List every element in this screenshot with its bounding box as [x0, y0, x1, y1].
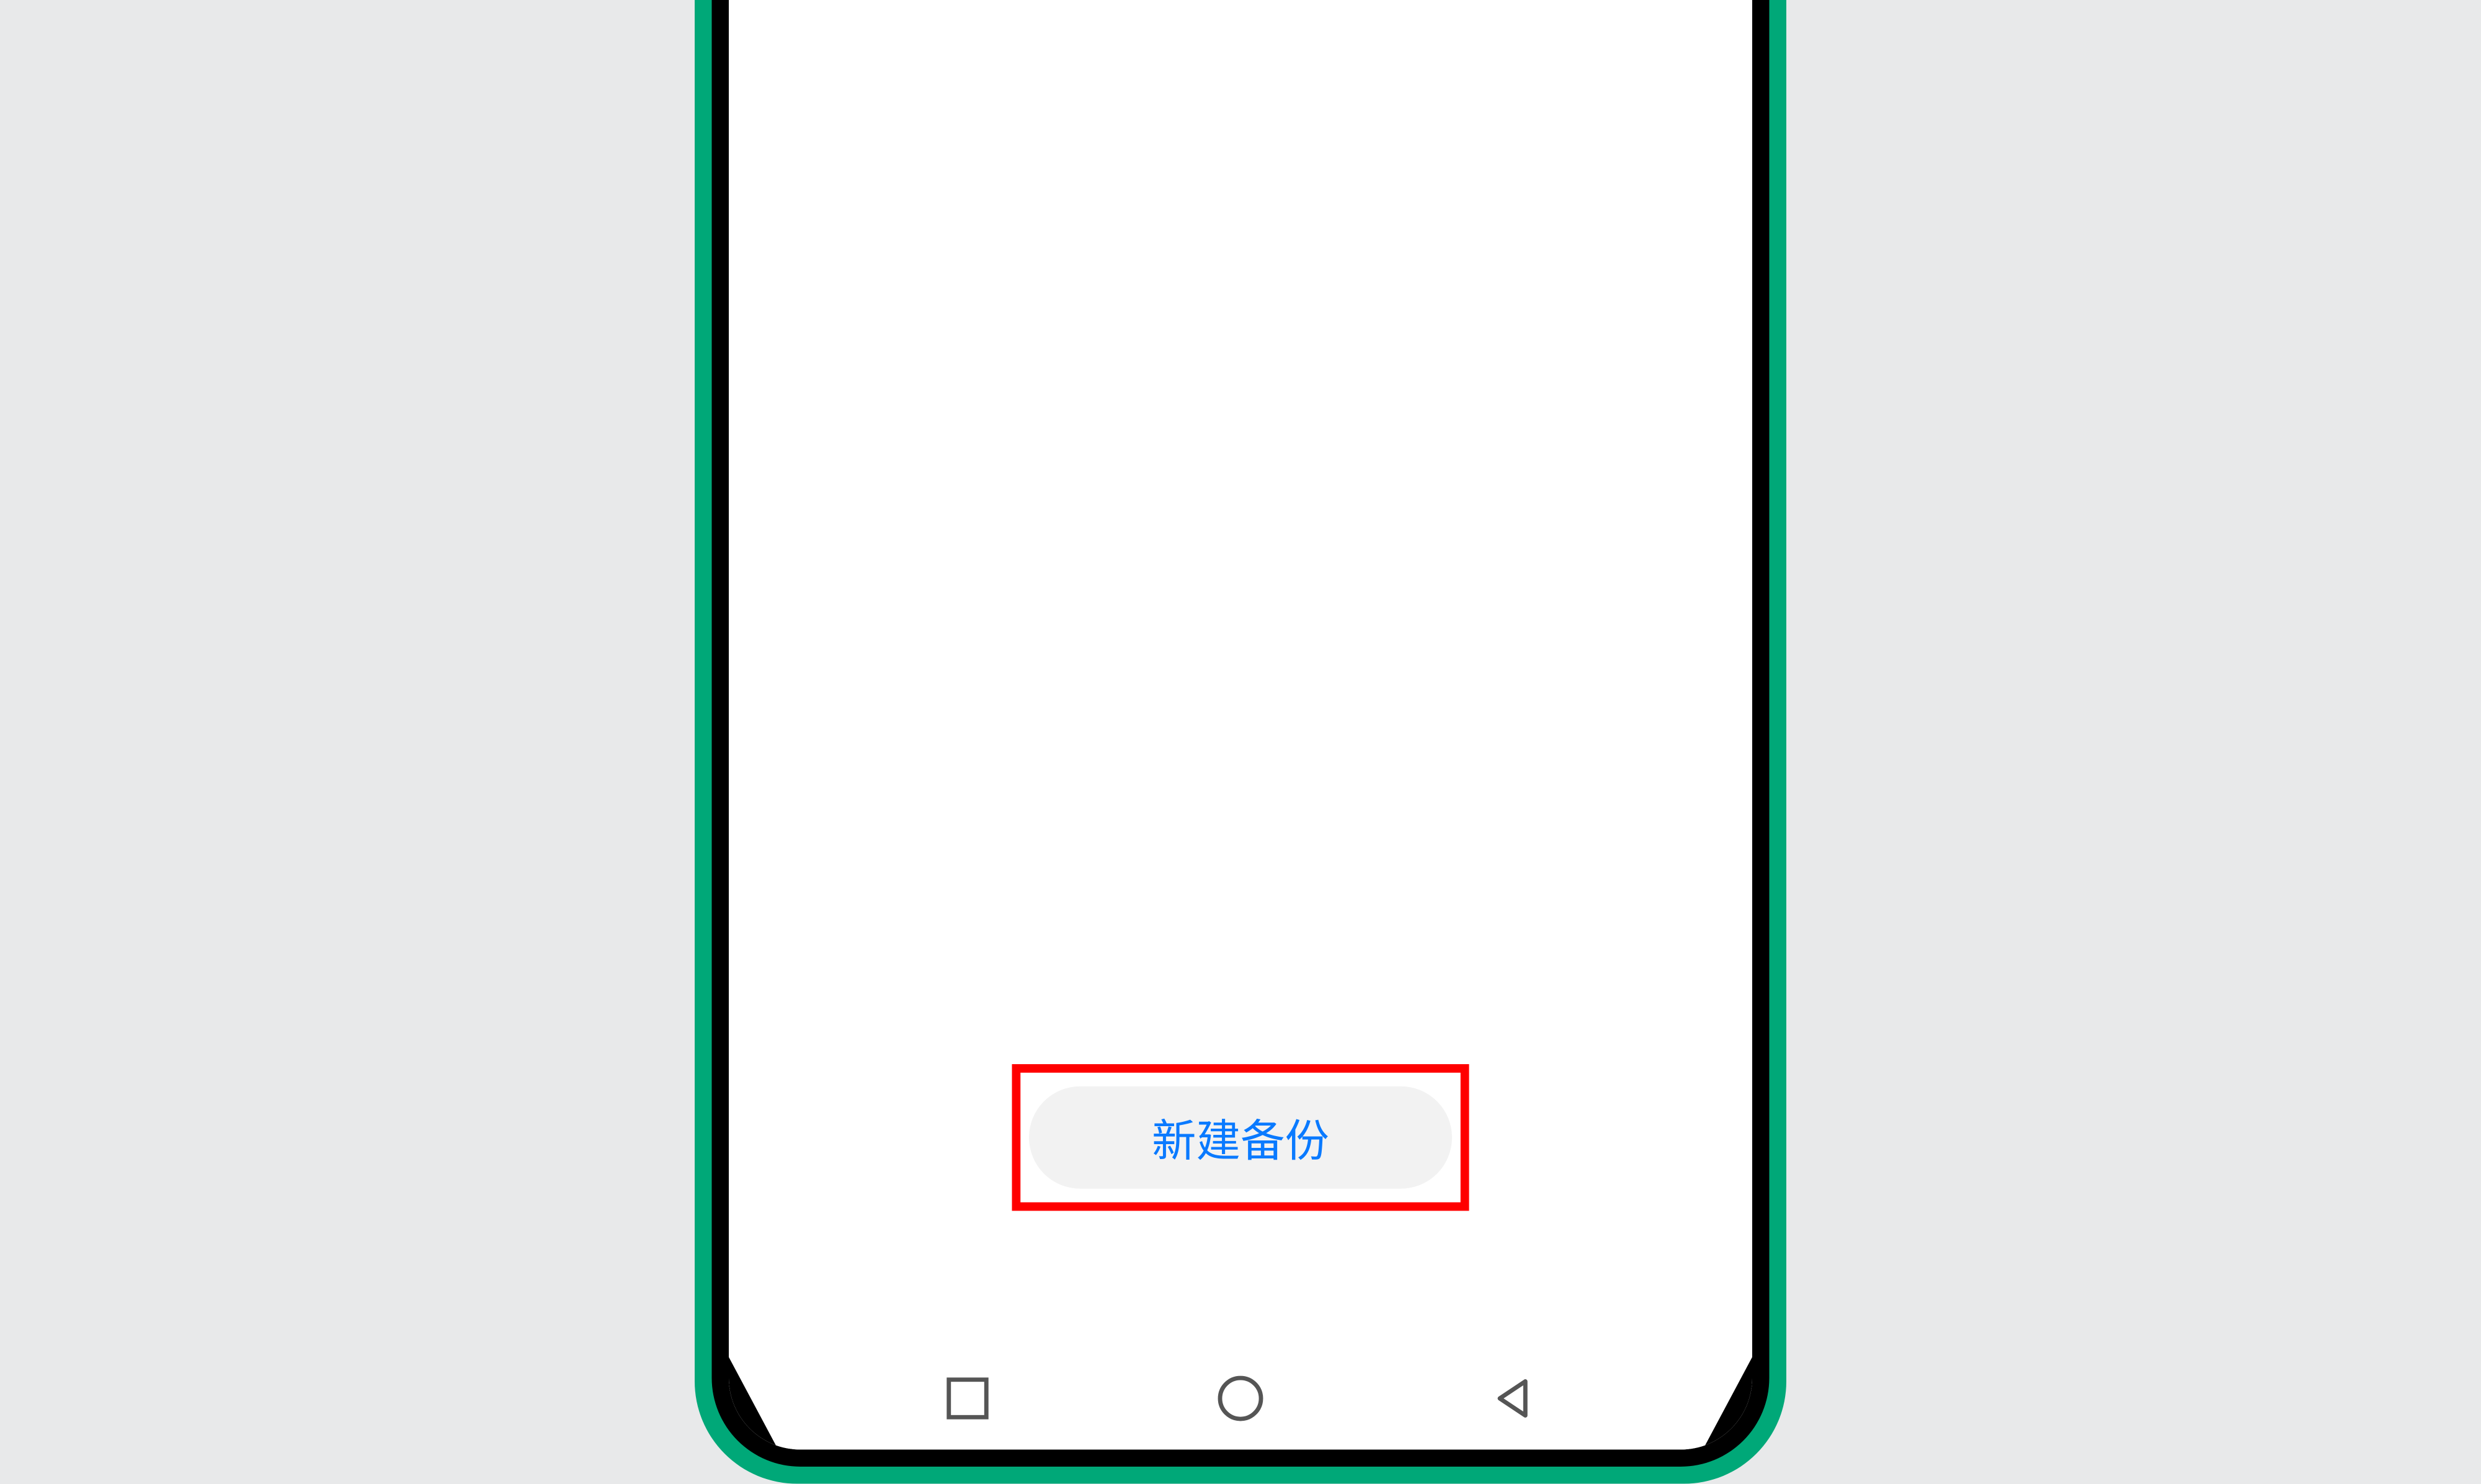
home-button[interactable] — [1215, 1373, 1267, 1424]
new-backup-button[interactable]: 新建备份 — [1029, 1086, 1452, 1189]
triangle-back-icon — [1491, 1376, 1536, 1421]
new-backup-button-label: 新建备份 — [1152, 1106, 1329, 1169]
back-button[interactable] — [1488, 1373, 1539, 1424]
phone-bezel: 新建备份 — [712, 0, 1770, 1467]
circle-icon — [1215, 1373, 1267, 1424]
phone-screen: 新建备份 — [729, 0, 1752, 1450]
recent-apps-button[interactable] — [942, 1373, 994, 1424]
square-icon — [945, 1376, 990, 1421]
highlight-box: 新建备份 — [1012, 1064, 1469, 1211]
phone-frame: 新建备份 — [695, 0, 1786, 1484]
system-nav-bar — [729, 1348, 1752, 1450]
app-content-area: 新建备份 — [729, 0, 1752, 1348]
